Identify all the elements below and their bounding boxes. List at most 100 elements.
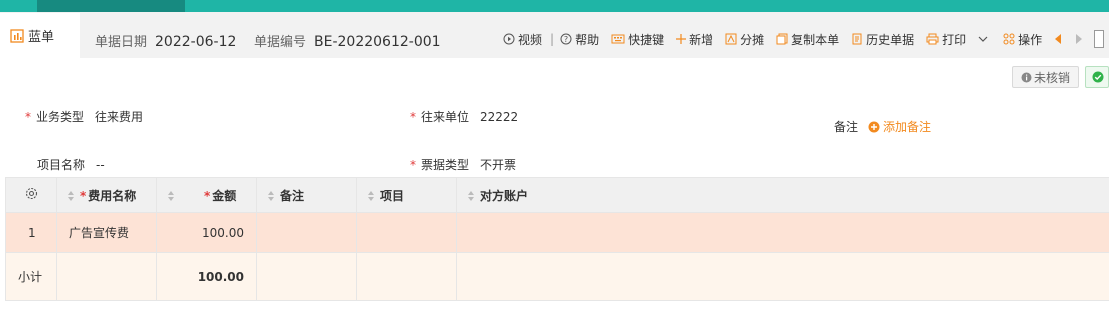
app-top-bar xyxy=(0,0,1109,12)
operate-label: 操作 xyxy=(1018,32,1043,47)
document-chart-icon xyxy=(10,28,24,43)
shortcut-button[interactable]: 快捷键 xyxy=(611,31,664,48)
subtotal-empty xyxy=(356,252,457,301)
history-button[interactable]: 历史单据 xyxy=(851,31,914,48)
column-header-project[interactable]: 项目 xyxy=(356,177,457,213)
column-header-remark-label: 备注 xyxy=(280,188,305,203)
next-button[interactable] xyxy=(1075,34,1086,44)
sort-icon xyxy=(68,191,74,201)
info-circle-icon xyxy=(1021,72,1032,82)
subtotal-amount: 100.00 xyxy=(156,252,257,301)
add-button[interactable]: 新增 xyxy=(676,31,713,48)
grid-menu-icon xyxy=(1003,33,1015,45)
subtotal-label: 小计 xyxy=(5,252,57,301)
document-number: 单据编号 BE-20220612-001 xyxy=(254,31,441,50)
remark-field: 备注 添加备注 xyxy=(834,118,931,135)
allocate-label: 分摊 xyxy=(740,32,765,47)
shortcut-label: 快捷键 xyxy=(628,32,665,47)
copy-button[interactable]: 复制本单 xyxy=(776,31,839,48)
more-box[interactable] xyxy=(1094,30,1105,48)
keyboard-icon xyxy=(611,34,625,44)
history-label: 历史单据 xyxy=(866,32,915,47)
required-mark: * xyxy=(410,109,416,124)
add-label: 新增 xyxy=(689,32,714,47)
play-circle-icon xyxy=(503,33,515,45)
unverified-badge[interactable]: 未核销 xyxy=(1011,66,1079,88)
partner-field: * 往来单位 22222 xyxy=(410,108,518,125)
business-type-field: * 业务类型 往来费用 xyxy=(25,108,143,125)
required-mark: * xyxy=(410,157,416,172)
cell-remark[interactable] xyxy=(256,212,357,253)
add-remark-button[interactable]: 添加备注 xyxy=(868,118,931,135)
allocate-button[interactable]: 分摊 xyxy=(725,31,764,48)
sort-icon xyxy=(168,191,174,201)
column-header-name-label: 费用名称 xyxy=(88,188,137,203)
subtotal-row: 小计 100.00 xyxy=(5,252,1109,301)
copy-icon xyxy=(776,33,788,45)
row-index: 1 xyxy=(5,212,57,253)
column-header-account-label: 对方账户 xyxy=(480,188,529,203)
business-type-label: 业务类型 xyxy=(36,110,85,124)
project-value[interactable]: -- xyxy=(96,158,105,172)
printer-icon xyxy=(926,33,939,45)
status-row: 未核销 xyxy=(1011,66,1109,88)
partner-label: 往来单位 xyxy=(421,110,470,124)
column-header-remark[interactable]: 备注 xyxy=(256,177,357,213)
business-type-value[interactable]: 往来费用 xyxy=(95,108,143,125)
sort-icon xyxy=(368,191,374,201)
required-mark: * xyxy=(80,188,87,203)
sort-icon xyxy=(468,191,474,201)
column-header-amount[interactable]: * 金额 xyxy=(156,177,257,213)
gear-icon xyxy=(25,187,37,200)
document-date-value: 2022-06-12 xyxy=(155,34,237,50)
triangle-left-icon xyxy=(1055,34,1062,44)
check-circle-icon xyxy=(1092,71,1104,83)
column-header-project-label: 项目 xyxy=(380,188,405,203)
plus-icon xyxy=(676,34,687,44)
previous-button[interactable] xyxy=(1054,34,1065,44)
table-header-row: * 费用名称 * 金额 备注 项目 对方账户 xyxy=(5,177,1109,213)
document-tab-title: 蓝单 xyxy=(28,30,55,45)
allocate-icon xyxy=(725,33,737,45)
active-app-tab[interactable] xyxy=(37,0,185,12)
toolbar-separator: | xyxy=(550,32,555,46)
add-remark-label: 添加备注 xyxy=(883,120,932,134)
remark-label: 备注 xyxy=(834,120,859,134)
column-header-account[interactable]: 对方账户 xyxy=(456,177,1109,213)
plus-circle-icon xyxy=(868,121,880,132)
subtotal-empty xyxy=(456,252,1109,301)
document-tab[interactable]: 蓝单 xyxy=(0,13,80,58)
video-label: 视频 xyxy=(518,32,543,47)
triangle-right-icon xyxy=(1076,34,1083,44)
document-number-label: 单据编号 xyxy=(254,35,307,50)
print-label: 打印 xyxy=(942,32,967,47)
operate-button[interactable]: 操作 xyxy=(1003,31,1042,48)
copy-label: 复制本单 xyxy=(791,32,840,47)
help-button[interactable]: ? 帮助 xyxy=(560,31,599,48)
column-header-amount-label: 金额 xyxy=(212,188,237,203)
sort-icon xyxy=(268,191,274,201)
history-document-icon xyxy=(852,33,862,45)
cell-project[interactable] xyxy=(356,212,457,253)
partner-value[interactable]: 22222 xyxy=(480,110,518,124)
subtotal-empty xyxy=(56,252,157,301)
column-header-name[interactable]: * 费用名称 xyxy=(56,177,157,213)
subtotal-empty xyxy=(256,252,357,301)
chevron-down-icon xyxy=(978,36,988,42)
print-dropdown[interactable] xyxy=(978,35,991,43)
project-label: 项目名称 xyxy=(37,158,86,172)
cell-expense-name[interactable]: 广告宣传费 xyxy=(56,212,157,253)
help-label: 帮助 xyxy=(575,32,600,47)
document-date: 单据日期 2022-06-12 xyxy=(95,31,236,50)
column-settings-header[interactable] xyxy=(5,177,57,213)
cell-account[interactable] xyxy=(456,212,1109,253)
print-button[interactable]: 打印 xyxy=(926,31,966,48)
document-date-label: 单据日期 xyxy=(95,35,148,50)
invoice-type-field: * 票据类型 不开票 xyxy=(410,156,516,173)
cell-amount[interactable]: 100.00 xyxy=(156,212,257,253)
project-field: 项目名称 -- xyxy=(37,156,105,173)
approved-badge[interactable] xyxy=(1085,66,1109,88)
table-row[interactable]: 1 广告宣传费 100.00 xyxy=(5,212,1109,253)
invoice-type-value[interactable]: 不开票 xyxy=(480,156,516,173)
video-button[interactable]: 视频 xyxy=(503,31,542,48)
